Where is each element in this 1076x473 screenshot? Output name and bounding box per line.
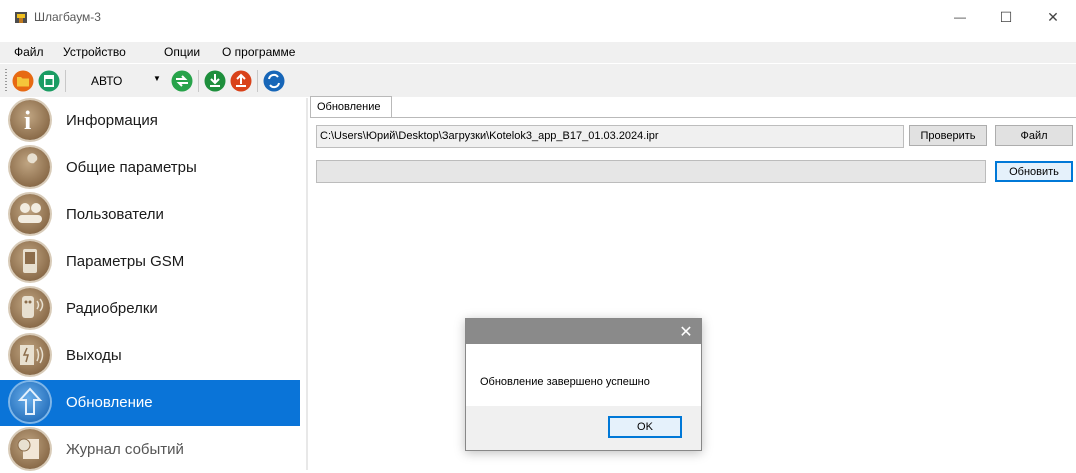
toolbar-separator [198,70,199,92]
sidebar-item-label: Пользователи [66,206,164,223]
sidebar-item-gsm[interactable]: Параметры GSM [0,239,300,285]
dialog-close-button[interactable]: ✕ [671,319,701,344]
open-folder-icon[interactable] [12,70,34,92]
check-button[interactable]: Проверить [909,125,987,146]
sidebar-item-label: Обновление [66,394,153,411]
update-progress-bar [316,160,986,183]
file-button[interactable]: Файл [995,125,1073,146]
menu-about[interactable]: О программе [222,42,295,63]
phone-icon [10,241,50,281]
file-path-value: C:\Users\Юрий\Desktop\Загрузки\Kotelok3_… [320,130,659,142]
log-icon [10,429,50,469]
panel-splitter[interactable] [306,98,308,470]
maximize-button[interactable]: ☐ [983,0,1029,34]
menu-device[interactable]: Устройство [63,42,126,63]
menu-bar: Файл Устройство Опции О программе [0,42,1076,63]
sidebar-item-info[interactable]: i Информация [0,98,300,144]
maximize-icon: ☐ [999,8,1013,25]
dialog-title-bar[interactable]: ✕ [466,319,701,344]
close-icon: ✕ [1047,8,1059,25]
download-icon[interactable] [204,70,226,92]
users-icon [10,194,50,234]
minimize-icon: — [954,10,966,24]
toolbar: АВТО ▼ [0,64,1076,97]
refresh-icon[interactable] [263,70,285,92]
upload-icon[interactable] [230,70,252,92]
sidebar-item-label: Выходы [66,347,122,364]
sidebar-item-outputs[interactable]: Выходы [0,333,300,379]
sidebar-item-users[interactable]: Пользователи [0,192,300,238]
sidebar-item-label: Информация [66,112,158,129]
update-button[interactable]: Обновить [995,161,1073,182]
menu-file[interactable]: Файл [14,42,44,63]
info-icon: i [10,100,50,140]
sidebar-item-label: Параметры GSM [66,253,185,270]
outputs-icon [10,335,50,375]
toolbar-separator [257,70,258,92]
wrench-icon [10,147,50,187]
file-path-field[interactable]: C:\Users\Юрий\Desktop\Загрузки\Kotelok3_… [316,125,904,148]
sidebar-item-remotes[interactable]: Радиобрелки [0,286,300,332]
update-arrow-icon [10,382,50,422]
sidebar-item-label: Общие параметры [66,159,197,176]
sidebar-item-general[interactable]: Общие параметры [0,145,300,191]
sidebar-item-label: Журнал событий [66,441,184,458]
window-title: Шлагбаум-3 [34,10,101,24]
remote-icon [10,288,50,328]
close-icon: ✕ [679,323,693,341]
mode-select-value: АВТО [91,74,123,88]
close-button[interactable]: ✕ [1030,0,1076,34]
mode-select[interactable]: АВТО ▼ [87,71,165,91]
toolbar-separator [65,70,66,92]
toolbar-grip[interactable] [5,69,7,93]
menu-options[interactable]: Опции [164,42,200,63]
message-dialog: ✕ Обновление завершено успешно OK [465,318,702,451]
sidebar-item-label: Радиобрелки [66,300,158,317]
sidebar-item-update[interactable]: Обновление [0,380,300,426]
dialog-message: Обновление завершено успешно [480,376,650,388]
minimize-button[interactable]: — [937,0,983,34]
dialog-footer: OK [466,406,701,450]
save-icon[interactable] [38,70,60,92]
tab-update[interactable]: Обновление [310,96,392,118]
title-bar: Шлагбаум-3 — ☐ ✕ [0,0,1076,34]
sync-icon[interactable] [171,70,193,92]
app-icon [15,12,27,23]
tab-label: Обновление [317,101,381,113]
sidebar: i Информация Общие параметры Пользовател… [0,98,300,470]
chevron-down-icon: ▼ [153,74,161,83]
sidebar-item-log[interactable]: Журнал событий [0,427,300,473]
ok-button[interactable]: OK [608,416,682,438]
tab-divider [310,117,1076,118]
